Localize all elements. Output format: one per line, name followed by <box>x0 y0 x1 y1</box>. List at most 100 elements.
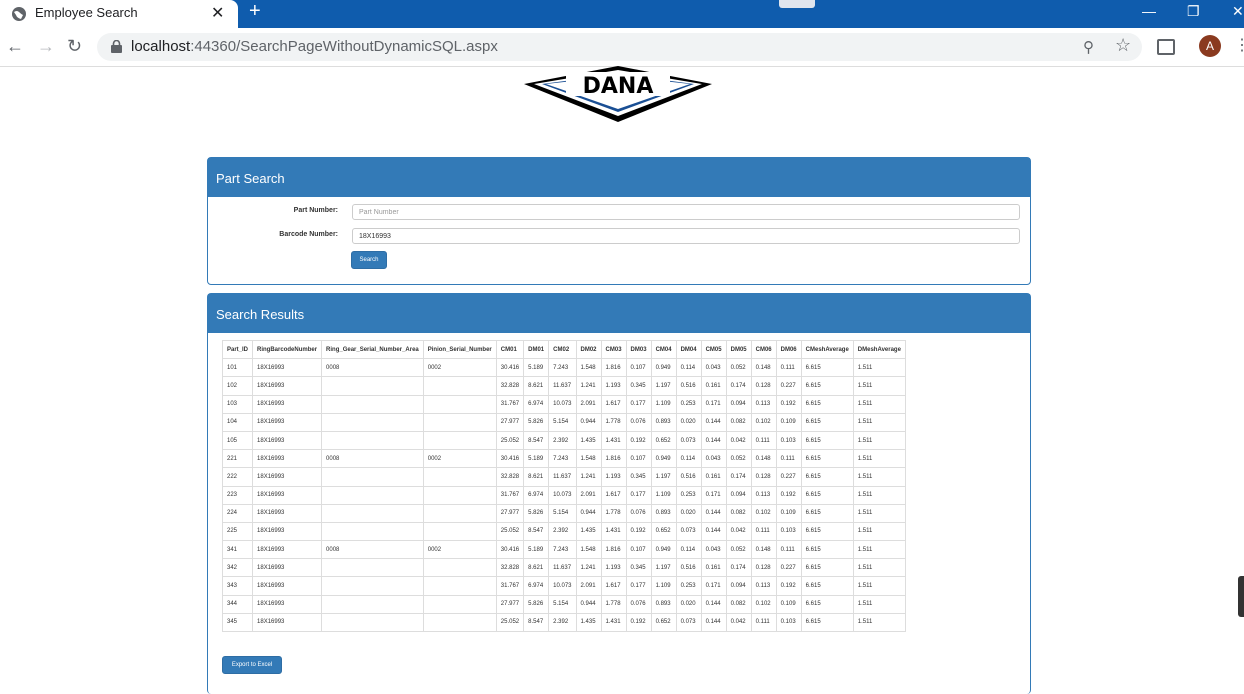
menu-kebab-icon[interactable]: ⋮ <box>1234 35 1244 55</box>
table-cell: 5.154 <box>548 503 577 523</box>
table-cell: 0.094 <box>725 485 752 505</box>
barcode-number-input[interactable] <box>352 228 1020 244</box>
minimize-button[interactable]: — <box>1142 3 1156 19</box>
table-cell <box>422 594 497 614</box>
table-cell: 1.435 <box>575 612 602 633</box>
table-cell: 0.128 <box>750 376 777 396</box>
table-cell: 1.197 <box>650 376 677 396</box>
table-cell: 0.253 <box>675 576 702 596</box>
column-header: DMeshAverage <box>852 339 906 360</box>
browser-toolbar: ← → ↻ localhost:44360/SearchPageWithoutD… <box>0 28 1244 67</box>
table-cell: 1.548 <box>575 540 602 560</box>
table-row: 105 18X16993 25.052 8.547 2.392 1.435 1.431 0.1… <box>221 430 906 451</box>
browser-tabstrip: Employee Search ✕ + — ❐ ✕ <box>0 0 1244 28</box>
table-cell: 0.082 <box>725 503 752 523</box>
export-to-excel-button[interactable]: Export to Excel <box>222 656 282 674</box>
table-cell: 0.052 <box>725 358 752 378</box>
table-cell: 6.615 <box>800 467 854 487</box>
table-cell: 1.431 <box>600 612 627 633</box>
translate-icon[interactable] <box>779 0 815 8</box>
table-cell: 102 <box>221 376 254 396</box>
zoom-icon[interactable]: ⚲ <box>1083 38 1094 56</box>
reload-icon[interactable]: ↻ <box>67 36 82 57</box>
table-cell: 1.617 <box>600 485 627 505</box>
table-cell: 2.392 <box>548 612 577 633</box>
table-cell: 0.174 <box>725 558 752 578</box>
table-cell: 5.826 <box>523 412 550 432</box>
table-cell: 11.637 <box>548 558 577 578</box>
table-cell: 1.511 <box>852 358 906 378</box>
cast-icon[interactable] <box>1157 39 1175 55</box>
table-cell <box>422 412 497 432</box>
table-cell: 0.128 <box>750 467 777 487</box>
bookmark-star-icon[interactable]: ☆ <box>1115 35 1131 56</box>
table-cell: 1.548 <box>575 449 602 469</box>
table-cell: 1.548 <box>575 358 602 378</box>
column-header: DM03 <box>625 339 652 360</box>
table-cell: 7.243 <box>548 449 577 469</box>
table-cell: 105 <box>221 430 254 451</box>
table-cell: 1.109 <box>650 485 677 505</box>
table-cell: 2.091 <box>575 576 602 596</box>
table-cell: 0.103 <box>775 521 802 542</box>
forward-arrow-icon[interactable]: → <box>37 36 55 57</box>
profile-avatar[interactable]: A <box>1199 35 1221 57</box>
table-cell: 0.043 <box>700 358 727 378</box>
table-cell: 0.227 <box>775 376 802 396</box>
table-cell: 0.107 <box>625 358 652 378</box>
table-cell: 31.767 <box>495 576 525 596</box>
back-arrow-icon[interactable]: ← <box>6 36 24 57</box>
table-cell: 0.073 <box>675 612 702 633</box>
table-cell: 1.431 <box>600 430 627 451</box>
table-row: 224 18X16993 27.977 5.826 5.154 0.944 1.778 0.0… <box>221 503 906 523</box>
tab-close-icon[interactable]: ✕ <box>211 3 224 23</box>
results-table: Part_ID RingBarcodeNumber Ring_Gear_Serial… <box>221 339 906 633</box>
table-cell: 1.197 <box>650 558 677 578</box>
table-cell: 6.615 <box>800 558 854 578</box>
table-cell <box>321 503 424 523</box>
table-cell: 1.435 <box>575 430 602 451</box>
table-cell <box>321 521 424 542</box>
table-cell: 0.102 <box>750 412 777 432</box>
table-cell: 6.615 <box>800 594 854 614</box>
table-cell: 1.193 <box>600 558 627 578</box>
table-cell: 18X16993 <box>252 558 323 578</box>
table-cell: 1.241 <box>575 558 602 578</box>
restore-button[interactable]: ❐ <box>1187 3 1200 20</box>
address-bar[interactable]: localhost:44360/SearchPageWithoutDynamic… <box>97 33 1142 61</box>
window-close-button[interactable]: ✕ <box>1232 3 1244 20</box>
side-scroll-handle[interactable] <box>1238 576 1244 617</box>
table-cell: 8.621 <box>523 558 550 578</box>
table-cell: 1.816 <box>600 358 627 378</box>
part-number-row: Part Number: <box>208 204 1030 224</box>
table-cell: 224 <box>221 503 254 523</box>
browser-tab[interactable]: Employee Search ✕ <box>0 0 238 28</box>
table-cell: 0.161 <box>700 376 727 396</box>
table-cell: 18X16993 <box>252 612 323 633</box>
table-cell: 345 <box>221 612 254 633</box>
table-cell: 8.621 <box>523 376 550 396</box>
table-cell: 0.020 <box>675 412 702 432</box>
table-cell: 25.052 <box>495 612 525 633</box>
table-cell: 5.189 <box>523 540 550 560</box>
new-tab-button[interactable]: + <box>249 0 261 23</box>
table-cell: 1.511 <box>852 449 906 469</box>
table-cell <box>321 612 424 633</box>
part-number-input[interactable] <box>352 204 1020 220</box>
table-cell: 0.052 <box>725 540 752 560</box>
table-cell <box>422 430 497 451</box>
table-cell: 0.192 <box>775 576 802 596</box>
table-cell <box>321 467 424 487</box>
table-cell: 0.109 <box>775 594 802 614</box>
table-cell: 0.345 <box>625 467 652 487</box>
table-cell: 30.416 <box>495 358 525 378</box>
table-cell: 104 <box>221 412 254 432</box>
table-cell <box>321 394 424 414</box>
table-cell: 0.177 <box>625 576 652 596</box>
table-cell: 0.076 <box>625 503 652 523</box>
search-button[interactable]: Search <box>351 251 387 269</box>
table-cell: 0.949 <box>650 358 677 378</box>
table-cell: 6.615 <box>800 412 854 432</box>
column-header: RingBarcodeNumber <box>252 339 323 360</box>
table-cell: 0.111 <box>750 612 777 633</box>
